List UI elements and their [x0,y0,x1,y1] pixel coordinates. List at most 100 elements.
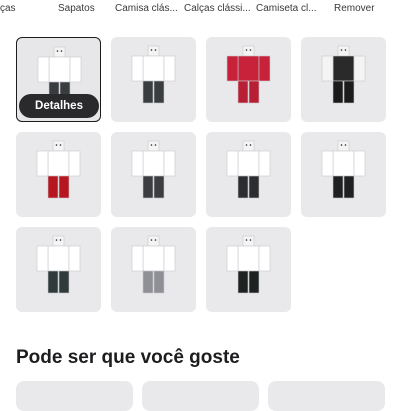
avatar-left-leg [332,175,344,199]
avatar-right-leg [153,270,165,294]
avatar-left-leg [237,175,249,199]
avatar-eye [245,144,248,146]
outfit-tile[interactable] [206,227,291,312]
tab-calcas-partial[interactable]: ças [0,3,16,14]
recommendation-card[interactable] [268,381,385,411]
avatar-right-leg [248,80,260,104]
avatar-figure [131,140,176,199]
tab-sapatos[interactable]: Sapatos [58,3,95,14]
avatar-eye [249,49,252,51]
avatar-eye [150,49,153,51]
outfit-tile[interactable] [206,37,291,122]
avatar-eye [340,144,343,146]
avatar-right-arm [163,55,176,82]
avatar-eye [60,50,63,52]
avatar-eye [55,239,58,241]
avatar-left-leg [142,175,154,199]
tab-camiseta-classica[interactable]: Camiseta cl... [256,3,317,14]
avatar-right-arm [258,150,271,177]
details-button[interactable]: Detalhes [19,94,99,118]
avatar-eye [56,50,59,52]
avatar-eye [154,239,157,241]
outfit-tile[interactable] [301,37,386,122]
outfit-tile[interactable] [111,132,196,217]
avatar-eye [340,49,343,51]
avatar-head [53,46,66,58]
avatar-torso [47,150,70,177]
avatar-torso [47,245,70,272]
avatar-right-arm [353,150,366,177]
tab-calcas-classicas[interactable]: Calças clássi... [184,3,251,14]
avatar-torso [332,55,355,82]
avatar-right-leg [343,175,355,199]
avatar-head [52,235,65,247]
avatar-left-leg [47,175,59,199]
avatar-left-leg [332,80,344,104]
outfit-tile[interactable] [111,227,196,312]
avatar-eye [154,49,157,51]
avatar-right-leg [248,175,260,199]
avatar-left-arm [131,245,144,272]
avatar-right-arm [163,245,176,272]
avatar-head [52,140,65,152]
avatar-figure [36,140,81,199]
recommendation-card[interactable] [142,381,259,411]
avatar-right-leg [58,175,70,199]
avatar-right-arm [258,245,271,272]
outfit-tile[interactable] [206,132,291,217]
outfit-tile[interactable] [111,37,196,122]
avatar-left-leg [142,270,154,294]
outfit-tile[interactable] [16,227,101,312]
avatar-right-arm [258,55,271,82]
avatar-torso [237,150,260,177]
avatar-right-arm [69,56,82,83]
avatar-left-arm [321,55,334,82]
section-title: Pode ser que você goste [16,347,240,368]
avatar-torso [142,245,165,272]
avatar-torso [48,56,71,83]
avatar-eye [245,239,248,241]
avatar-figure [226,45,271,104]
avatar-eye [249,144,252,146]
avatar-head [147,140,160,152]
avatar-eye [344,144,347,146]
avatar-figure [131,235,176,294]
avatar-right-arm [163,150,176,177]
avatar-left-arm [36,150,49,177]
avatar-figure [131,45,176,104]
avatar-eye [150,144,153,146]
avatar-right-arm [68,245,81,272]
avatar-left-leg [47,270,59,294]
avatar-eye [245,49,248,51]
avatar-eye [59,144,62,146]
avatar-figure [36,235,81,294]
outfit-tile[interactable] [301,132,386,217]
tab-remover[interactable]: Remover [334,3,375,14]
avatar-head [337,140,350,152]
tab-camisa-classica[interactable]: Camisa clás... [115,3,178,14]
outfit-tile[interactable] [16,132,101,217]
outfit-tile[interactable]: Detalhes [16,37,101,122]
avatar-torso [142,150,165,177]
avatar-eye [59,239,62,241]
avatar-left-arm [36,245,49,272]
avatar-eye [344,49,347,51]
avatar-right-leg [248,270,260,294]
avatar-head [147,45,160,57]
avatar-left-arm [226,55,239,82]
avatar-eye [249,239,252,241]
avatar-left-leg [237,270,249,294]
avatar-torso [332,150,355,177]
recommendation-card[interactable] [16,381,133,411]
avatar-right-arm [68,150,81,177]
avatar-right-leg [153,80,165,104]
avatar-torso [237,55,260,82]
avatar-eye [150,239,153,241]
avatar-head [337,45,350,57]
avatar-eye [55,144,58,146]
avatar-left-leg [142,80,154,104]
avatar-right-arm [353,55,366,82]
avatar-left-arm [37,56,50,83]
avatar-left-arm [226,245,239,272]
avatar-right-leg [343,80,355,104]
